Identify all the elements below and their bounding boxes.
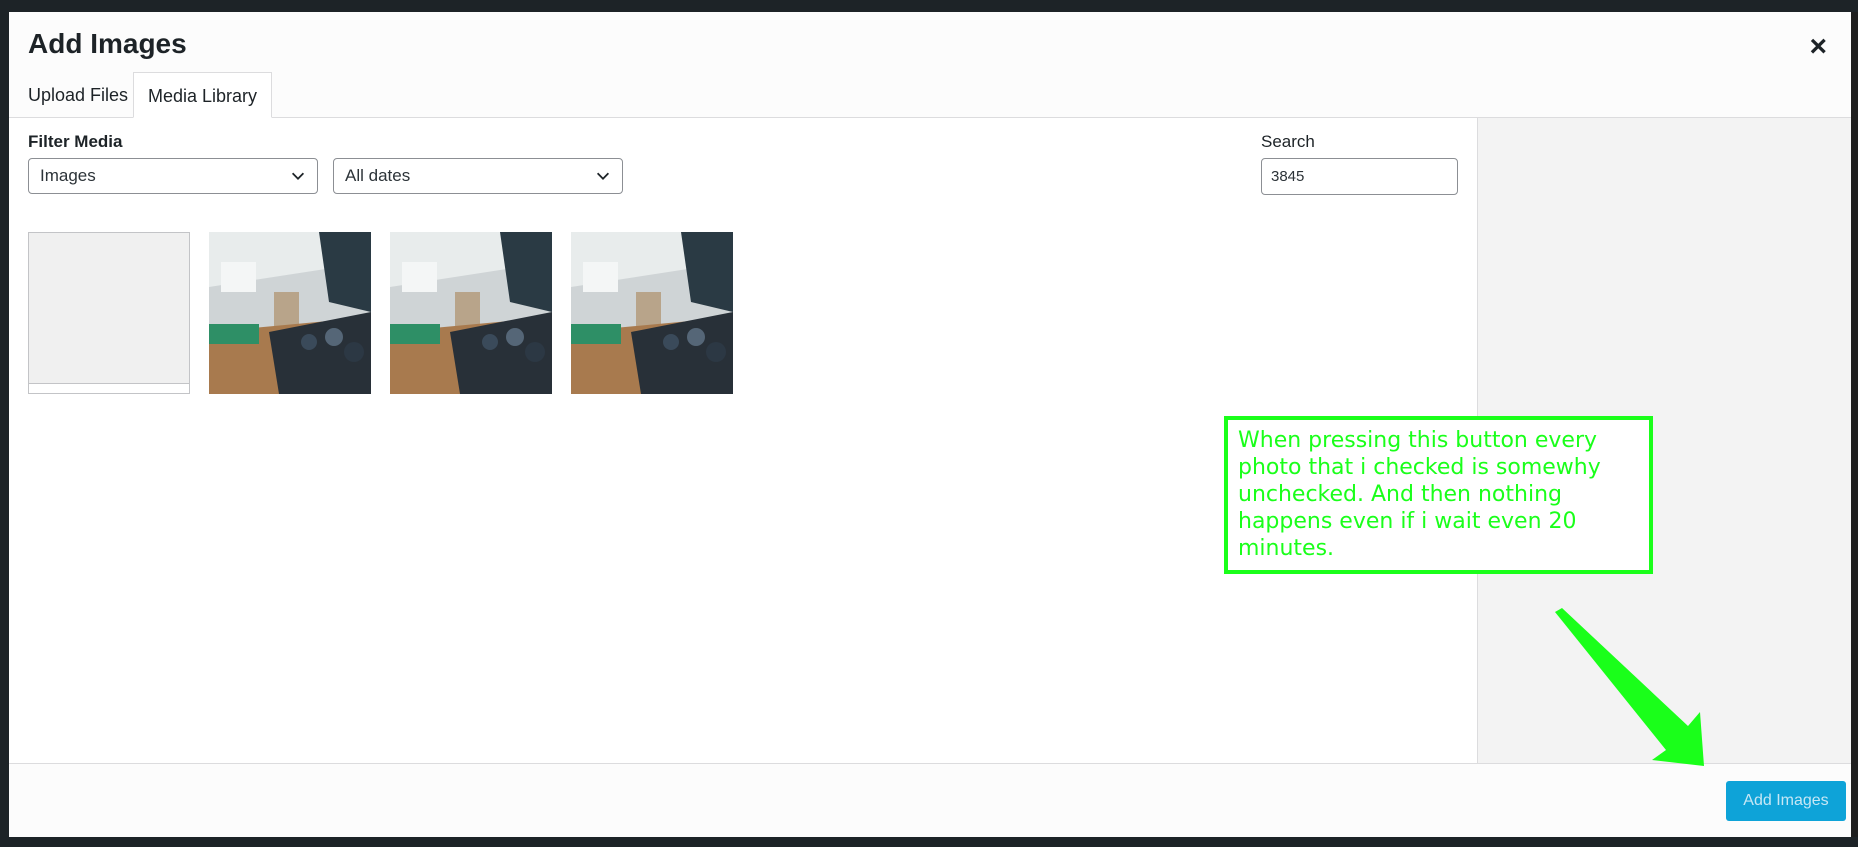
- modal-title: Add Images: [28, 28, 187, 59]
- arrow-annotation-icon: [1555, 608, 1704, 766]
- annotation-note: When pressing this button every photo th…: [1224, 416, 1653, 574]
- close-icon[interactable]: ×: [1809, 30, 1827, 64]
- media-item-photo-3[interactable]: [571, 232, 733, 394]
- media-item-placeholder[interactable]: [28, 232, 190, 394]
- tab-upload-files[interactable]: Upload Files: [14, 72, 142, 118]
- chevron-down-icon: [596, 172, 610, 180]
- photo-thumbnail: [209, 232, 371, 394]
- media-date-select[interactable]: All dates: [333, 158, 623, 194]
- modal-header: Add Images × Upload Files Media Library: [9, 12, 1851, 118]
- chevron-down-icon: [291, 172, 305, 180]
- add-images-button[interactable]: Add Images: [1726, 781, 1846, 821]
- media-type-select[interactable]: Images: [28, 158, 318, 194]
- admin-bottom-strip: [0, 837, 1858, 847]
- admin-side-strip: [0, 0, 9, 847]
- media-type-select-value: Images: [40, 166, 96, 185]
- filter-media-label: Filter Media: [28, 132, 123, 151]
- search-input[interactable]: [1261, 158, 1458, 195]
- photo-thumbnail: [390, 232, 552, 394]
- tab-media-library[interactable]: Media Library: [133, 72, 273, 118]
- modal-footer: Add Images: [9, 763, 1851, 837]
- placeholder-progress-bar: [29, 383, 189, 393]
- search-label: Search: [1261, 132, 1315, 151]
- media-date-select-value: All dates: [345, 166, 411, 185]
- photo-thumbnail: [571, 232, 733, 394]
- media-item-photo-1[interactable]: [209, 232, 371, 394]
- admin-top-bar: [0, 0, 1858, 12]
- media-item-photo-2[interactable]: [390, 232, 552, 394]
